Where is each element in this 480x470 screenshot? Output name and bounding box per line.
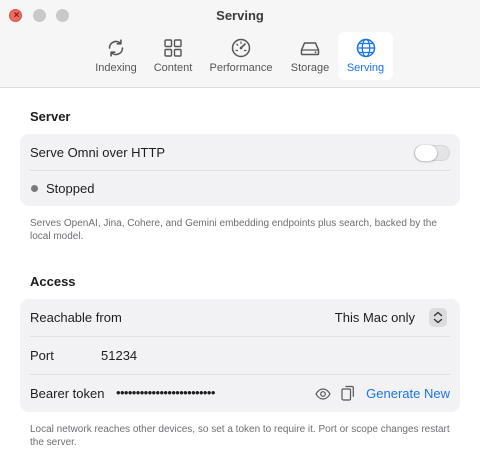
tab-label: Performance [209,62,273,74]
generate-new-button[interactable]: Generate New [366,386,450,401]
window-title: Serving [216,8,264,23]
reachable-label: Reachable from [30,310,122,325]
server-caption: Serves OpenAI, Jina, Cohere, and Gemini … [30,218,437,242]
toggle-knob [415,145,437,161]
grid-icon [164,39,182,57]
eye-icon[interactable] [315,386,331,402]
globe-icon [356,38,375,58]
select-chevron-icon[interactable] [429,308,447,327]
tab-storage[interactable]: Storage [283,32,337,80]
reachable-row: Reachable from This Mac only [20,299,460,336]
tab-content[interactable]: Content [147,32,199,80]
status-text: Stopped [46,181,95,196]
access-group: Reachable from This Mac only Port 51234 … [20,299,460,412]
tab-label: Storage [290,62,330,74]
tab-label: Indexing [95,62,137,74]
copy-icon[interactable] [341,385,355,402]
server-section-title: Server [30,109,71,124]
port-label: Port [30,348,54,363]
serve-http-label: Serve Omni over HTTP [30,145,166,160]
status-indicator [31,185,38,192]
tab-label: Content [153,62,193,74]
access-caption: Local network reaches other devices, so … [30,424,450,448]
port-field[interactable]: 51234 [101,348,137,363]
title-bar: × Serving Indexing Content Performance S… [0,0,480,88]
token-field[interactable]: ••••••••••••••••••••••••• [116,385,215,400]
refresh-icon [108,39,124,57]
drive-icon [300,42,320,56]
token-label: Bearer token [30,386,105,401]
serve-http-row: Serve Omni over HTTP [20,134,460,171]
status-row: Stopped [20,170,460,207]
server-group: Serve Omni over HTTP Stopped [20,134,460,206]
gauge-icon [231,38,251,58]
port-row: Port 51234 [20,337,460,374]
tab-label: Serving [346,62,385,74]
tab-indexing[interactable]: Indexing [88,32,144,80]
access-section-title: Access [30,274,76,289]
serve-http-toggle[interactable] [414,145,450,161]
reachable-select[interactable]: This Mac only [335,310,415,325]
tab-serving[interactable]: Serving [338,32,393,80]
preferences-toolbar: Indexing Content Performance Storage Ser… [0,32,480,82]
token-row: Bearer token ••••••••••••••••••••••••• G… [20,375,460,412]
tab-performance[interactable]: Performance [202,32,280,80]
